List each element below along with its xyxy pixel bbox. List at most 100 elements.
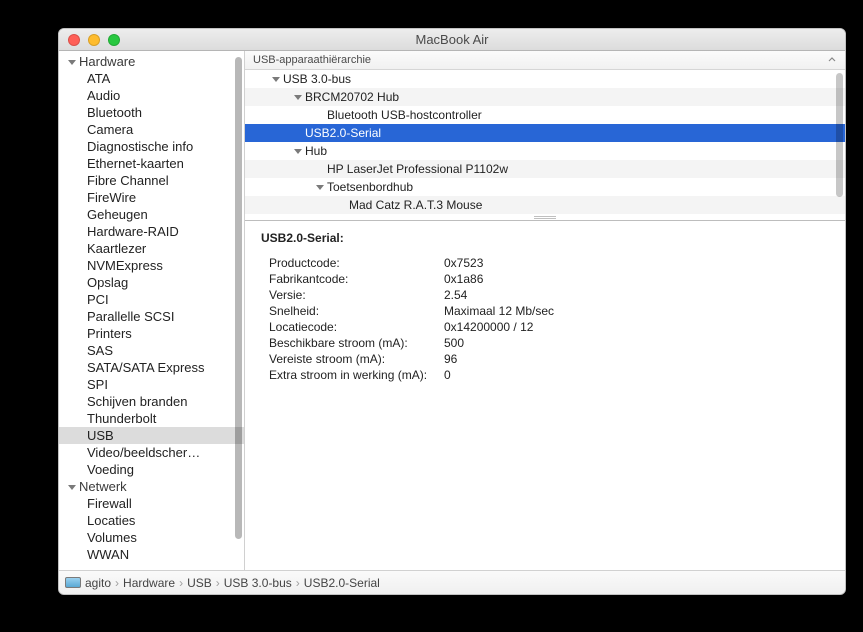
sidebar-item[interactable]: Audio [59, 87, 244, 104]
device-tree-row[interactable]: USB2.0-Serial [245, 124, 845, 142]
sidebar-item[interactable]: Ethernet-kaarten [59, 155, 244, 172]
sidebar-item[interactable]: Volumes [59, 529, 244, 546]
device-tree-row[interactable]: Toetsenbordhub [245, 178, 845, 196]
detail-value: 2.54 [444, 287, 829, 303]
detail-key: Snelheid: [269, 303, 444, 319]
breadcrumb-sep-icon: › [115, 576, 119, 590]
device-tree-label: USB2.0-Serial [305, 126, 381, 140]
device-tree-label: Toetsenbordhub [327, 180, 413, 194]
window-title: MacBook Air [59, 32, 845, 47]
sidebar-item[interactable]: ATA [59, 70, 244, 87]
detail-value: 0x7523 [444, 255, 829, 271]
device-tree-scrollbar[interactable] [836, 73, 843, 197]
sidebar-item[interactable]: Opslag [59, 274, 244, 291]
sidebar-item[interactable]: FireWire [59, 189, 244, 206]
breadcrumb-sep-icon: › [179, 576, 183, 590]
detail-key: Fabrikantcode: [269, 271, 444, 287]
device-tree-label: USB 3.0-bus [283, 72, 351, 86]
sidebar-category-label: Netwerk [79, 479, 127, 494]
sidebar-item[interactable]: Locaties [59, 512, 244, 529]
device-tree-label: Bluetooth USB-hostcontroller [327, 108, 482, 122]
sidebar-scrollbar[interactable] [235, 57, 242, 564]
detail-value: 0x14200000 / 12 [444, 319, 829, 335]
detail-key: Locatiecode: [269, 319, 444, 335]
detail-key: Versie: [269, 287, 444, 303]
device-tree: USB 3.0-bus BRCM20702 Hub Bluetooth USB-ho… [245, 70, 845, 221]
breadcrumb-item[interactable]: Hardware [123, 576, 175, 590]
window-titlebar[interactable]: MacBook Air [59, 29, 845, 51]
device-tree-row[interactable]: Hub [245, 142, 845, 160]
window-traffic-lights [59, 34, 120, 46]
system-info-window: MacBook Air HardwareATAAudioBluetoothCam… [58, 28, 846, 595]
detail-value: 500 [444, 335, 829, 351]
sidebar-item[interactable]: SAS [59, 342, 244, 359]
disclosure-triangle-icon[interactable] [67, 482, 77, 492]
detail-key: Beschikbare stroom (mA): [269, 335, 444, 351]
sidebar-item[interactable]: Parallelle SCSI [59, 308, 244, 325]
breadcrumb-host[interactable]: agito [85, 576, 111, 590]
breadcrumb-sep-icon: › [296, 576, 300, 590]
sidebar-category-label: Hardware [79, 54, 135, 69]
device-details-pane: USB2.0-Serial: Productcode:0x7523Fabrika… [245, 221, 845, 570]
sidebar-item[interactable]: PCI [59, 291, 244, 308]
sidebar-item[interactable]: Bluetooth [59, 104, 244, 121]
device-detail-name: USB2.0-Serial: [261, 231, 829, 245]
detail-value: 96 [444, 351, 829, 367]
device-tree-row[interactable]: USB 3.0-bus [245, 70, 845, 88]
sidebar-item[interactable]: NVMExpress [59, 257, 244, 274]
sidebar-item[interactable]: Schijven branden [59, 393, 244, 410]
minimize-button[interactable] [88, 34, 100, 46]
breadcrumb-sep-icon: › [216, 576, 220, 590]
zoom-button[interactable] [108, 34, 120, 46]
device-tree-label: Mad Catz R.A.T.3 Mouse [349, 198, 482, 212]
breadcrumb-item[interactable]: USB2.0-Serial [304, 576, 380, 590]
disclosure-triangle-icon[interactable] [271, 74, 281, 84]
sidebar-item[interactable]: Fibre Channel [59, 172, 244, 189]
disclosure-triangle-icon[interactable] [293, 146, 303, 156]
device-tree-label: BRCM20702 Hub [305, 90, 399, 104]
main-pane: USB-apparaathiërarchie USB 3.0-bus BRCM20… [245, 51, 845, 570]
detail-value: 0x1a86 [444, 271, 829, 287]
detail-value: Maximaal 12 Mb/sec [444, 303, 829, 319]
device-tree-scrollbar-thumb[interactable] [836, 73, 843, 197]
detail-key: Productcode: [269, 255, 444, 271]
sidebar-item[interactable]: Geheugen [59, 206, 244, 223]
splitter-handle[interactable] [245, 214, 845, 220]
path-bar: agito › Hardware › USB › USB 3.0-bus › USB2.0-S… [59, 570, 845, 594]
sidebar-item[interactable]: USB [59, 427, 244, 444]
sidebar-item[interactable]: Thunderbolt [59, 410, 244, 427]
breadcrumb-item[interactable]: USB 3.0-bus [224, 576, 292, 590]
sidebar-item[interactable]: Kaartlezer [59, 240, 244, 257]
sidebar-item[interactable]: SPI [59, 376, 244, 393]
sidebar-item[interactable]: Hardware-RAID [59, 223, 244, 240]
sidebar-category[interactable]: Netwerk [59, 478, 244, 495]
device-tree-row[interactable]: BRCM20702 Hub [245, 88, 845, 106]
sidebar-item[interactable]: SATA/SATA Express [59, 359, 244, 376]
detail-value: 0 [444, 367, 829, 383]
device-tree-row[interactable]: HP LaserJet Professional P1102w [245, 160, 845, 178]
device-tree-row[interactable]: Mad Catz R.A.T.3 Mouse [245, 196, 845, 214]
disclosure-triangle-icon[interactable] [315, 182, 325, 192]
detail-key: Vereiste stroom (mA): [269, 351, 444, 367]
sidebar-item[interactable]: Camera [59, 121, 244, 138]
sidebar-item[interactable]: Voeding [59, 461, 244, 478]
sidebar-scrollbar-thumb[interactable] [235, 57, 242, 539]
disclosure-triangle-icon[interactable] [67, 57, 77, 67]
sidebar-item[interactable]: Printers [59, 325, 244, 342]
sidebar-item[interactable]: Diagnostische info [59, 138, 244, 155]
device-tree-label: Hub [305, 144, 327, 158]
sidebar-item[interactable]: WWAN [59, 546, 244, 563]
detail-key: Extra stroom in werking (mA): [269, 367, 444, 383]
device-tree-row[interactable]: Bluetooth USB-hostcontroller [245, 106, 845, 124]
sort-indicator-icon[interactable] [828, 51, 836, 69]
sidebar-item[interactable]: Video/beeldscher… [59, 444, 244, 461]
breadcrumb-item[interactable]: USB [187, 576, 212, 590]
sidebar-category[interactable]: Hardware [59, 53, 244, 70]
sidebar-item[interactable]: Firewall [59, 495, 244, 512]
close-button[interactable] [68, 34, 80, 46]
device-tree-header[interactable]: USB-apparaathiërarchie [245, 51, 845, 70]
disclosure-triangle-icon[interactable] [293, 92, 303, 102]
device-tree-label: HP LaserJet Professional P1102w [327, 162, 508, 176]
device-tree-title: USB-apparaathiërarchie [253, 54, 371, 66]
category-sidebar: HardwareATAAudioBluetoothCameraDiagnosti… [59, 51, 245, 570]
